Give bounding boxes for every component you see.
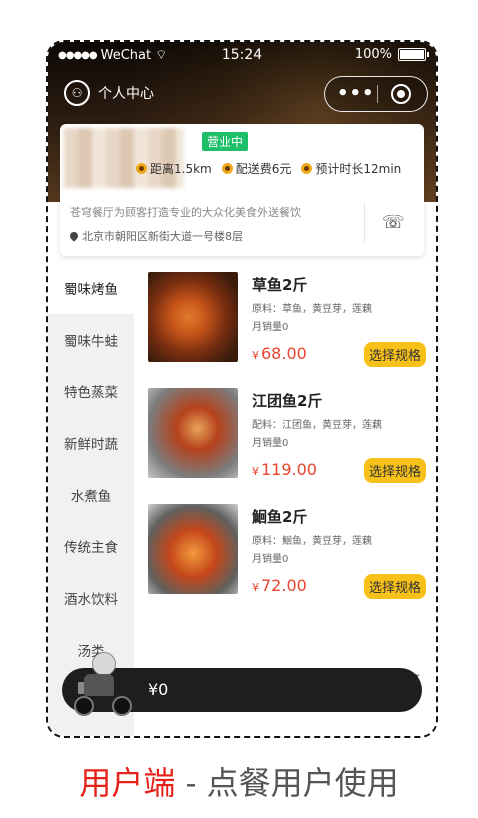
price-value: 68.00 [261,344,307,363]
call-divider [364,202,365,242]
caption-highlight: 用户端 [79,764,176,802]
dish-list: 草鱼2斤 原料：草鱼，黄豆芽，莲藕 月销量0 ¥68.00 选择规格 江团鱼2斤… [134,262,436,736]
shop-metrics: 距离1.5km 配送费6元 预计时长12min [136,160,401,177]
courier-scooter [84,674,114,696]
cart-total: ¥0 [148,680,169,699]
clock-icon [136,163,147,174]
dish-card: 江团鱼2斤 配料：江团鱼，黄豆芽，莲藕 月销量0 ¥119.00 选择规格 [148,382,432,492]
personal-center-label: 个人中心 [98,86,154,102]
currency-symbol: ¥ [252,465,259,478]
navigation-bar: ⚇ 个人中心 ••• [48,76,436,112]
dish-price: ¥119.00 [252,460,317,479]
courier-helmet [92,652,116,676]
open-status-badge: 营业中 [202,132,249,151]
shop-info-card: 营业中 距离1.5km 配送费6元 预计时长12min 苍穹餐厅为顾客打造专业的… [60,124,424,256]
dish-card: 草鱼2斤 原料：草鱼，黄豆芽，莲藕 月销量0 ¥68.00 选择规格 [148,266,432,376]
currency-symbol: ¥ [252,581,259,594]
dish-price: ¥72.00 [252,576,307,595]
dish-name: 草鱼2斤 [252,276,308,294]
eta-text: 预计时长12min [315,162,402,176]
scooter-wheel [112,696,132,716]
distance-text: 距离1.5km [150,162,212,176]
currency-symbol: ¥ [252,349,259,362]
dish-name: 鮰鱼2斤 [252,508,308,526]
phone-call-icon[interactable]: ☏ [382,212,405,233]
dish-image[interactable] [148,504,238,594]
dish-ingredients: 配料：江团鱼，黄豆芽，莲藕 [252,420,382,431]
delivery-courier-icon[interactable] [70,646,140,716]
shop-description: 苍穹餐厅为顾客打造专业的大众化美食外送餐饮 [70,206,301,219]
category-item[interactable]: 传统主食 [48,520,134,572]
select-spec-button[interactable]: 选择规格 [363,574,426,599]
capsule-divider [377,85,378,103]
price-value: 119.00 [261,460,317,479]
miniprogram-capsule: ••• [324,76,428,112]
category-item[interactable]: 蜀味烤鱼 [48,262,134,314]
category-item[interactable]: 酒水饮料 [48,572,134,624]
dish-image[interactable] [148,388,238,478]
dish-monthly-sales: 月销量0 [252,438,289,449]
user-icon: ⚇ [64,80,90,106]
dish-card: 鮰鱼2斤 原料：鮰鱼，黄豆芽，莲藕 月销量0 ¥72.00 选择规格 [148,498,432,608]
dish-price: ¥68.00 [252,344,307,363]
shop-address: 北京市朝阳区新街大道一号楼8层 [68,228,243,244]
status-bar: ●●●●● WeChat ⌔ 15:24 100% [48,42,436,68]
battery-percent: 100% [354,47,392,62]
coin-icon [221,163,233,174]
delivery-fee-metric: 配送费6元 [221,160,292,177]
location-pin-icon [68,230,80,242]
battery-info: 100% [354,47,429,62]
distance-metric: 距离1.5km [136,160,212,177]
delivery-fee-text: 配送费6元 [235,162,292,176]
timer-icon [301,163,313,174]
scooter-wheel [74,696,94,716]
shop-logo [64,128,184,188]
price-value: 72.00 [261,576,307,595]
dish-image[interactable] [148,272,238,362]
shop-address-text: 北京市朝阳区新街大道一号楼8层 [82,230,243,243]
dish-monthly-sales: 月销量0 [252,322,289,333]
phone-frame: ●●●●● WeChat ⌔ 15:24 100% ⚇ 个人中心 ••• 营业中… [46,40,438,738]
dish-name: 江团鱼2斤 [252,392,323,410]
category-item[interactable]: 蜀味牛蛙 [48,314,134,366]
page-caption: 用户端 - 点餐用户使用 [0,758,478,804]
category-item[interactable]: 新鲜时蔬 [48,417,134,469]
select-spec-button[interactable]: 选择规格 [363,342,426,367]
caption-rest: - 点餐用户使用 [175,764,399,802]
more-icon[interactable]: ••• [337,83,375,104]
dish-ingredients: 原料：鮰鱼，黄豆芽，莲藕 [252,536,372,547]
personal-center-button[interactable]: ⚇ 个人中心 [64,80,154,106]
checkout-button[interactable]: 去结算 [384,671,420,688]
category-item[interactable]: 水煮鱼 [48,469,134,521]
eta-metric: 预计时长12min [301,160,401,177]
close-miniprogram-icon[interactable] [391,84,411,104]
select-spec-button[interactable]: 选择规格 [363,458,426,483]
battery-icon [398,48,429,61]
dish-monthly-sales: 月销量0 [252,554,289,565]
dish-ingredients: 原料：草鱼，黄豆芽，莲藕 [252,304,372,315]
category-item[interactable]: 特色蒸菜 [48,365,134,417]
